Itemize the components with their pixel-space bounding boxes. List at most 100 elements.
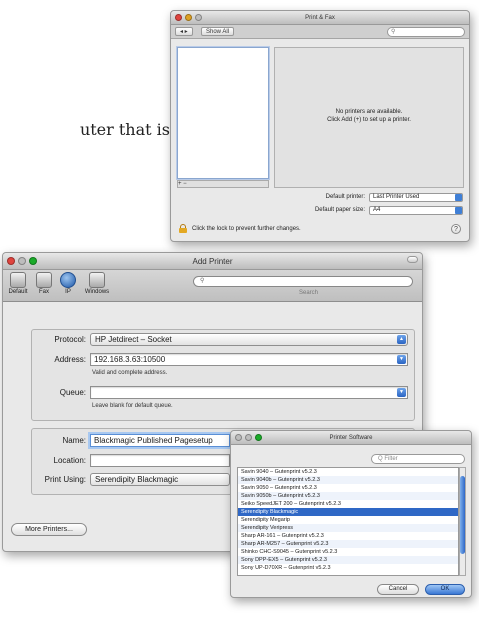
minimize-button[interactable]	[185, 14, 192, 21]
list-item[interactable]: Savin 9050b – Gutenprint v5.2.3	[238, 492, 458, 500]
more-printers-button[interactable]: More Printers...	[11, 523, 87, 536]
printer-icon	[10, 272, 26, 288]
search-icon: ⚲	[391, 29, 396, 35]
minimize-button[interactable]	[18, 257, 26, 265]
protocol-label: Protocol:	[54, 335, 86, 344]
zoom-button[interactable]	[255, 434, 262, 441]
add-printer-titlebar: Add Printer	[3, 253, 422, 270]
no-printers-line-2: Click Add (+) to set up a printer.	[327, 117, 411, 123]
toolbar-toggle-button[interactable]	[407, 256, 418, 263]
protocol-value: HP Jetdirect – Socket	[95, 335, 172, 344]
windows-printer-icon	[89, 272, 105, 288]
toolbar-windows-label: Windows	[84, 289, 110, 295]
history-dropdown-icon[interactable]: ▼	[397, 388, 406, 397]
help-button[interactable]: ?	[451, 224, 461, 234]
fax-icon	[36, 272, 52, 288]
add-printer-toolbar: Default Fax IP Windows ⚲ Search	[3, 270, 422, 302]
search-input[interactable]: ⚲	[387, 27, 465, 37]
close-button[interactable]	[175, 14, 182, 21]
show-all-button[interactable]: Show All	[201, 27, 235, 36]
address-hint: Valid and complete address.	[92, 370, 168, 376]
default-paper-select[interactable]: A4	[369, 206, 463, 215]
name-field[interactable]: Blackmagic Published Pagesetup	[90, 434, 230, 447]
address-field[interactable]: 192.168.3.63:10500 ▼	[90, 353, 408, 366]
toolbar-windows[interactable]: Windows	[83, 272, 111, 295]
cancel-button[interactable]: Cancel	[377, 584, 419, 595]
list-scrollbar[interactable]	[459, 467, 466, 576]
printer-software-titlebar: Printer Software	[231, 431, 471, 445]
list-item[interactable]: Savin 9050 – Gutenprint v5.2.3	[238, 484, 458, 492]
close-button[interactable]	[7, 257, 15, 265]
zoom-button[interactable]	[195, 14, 202, 21]
print-fax-titlebar: Print & Fax	[171, 11, 469, 25]
window-title: Print & Fax	[305, 15, 335, 21]
address-label: Address:	[54, 355, 86, 364]
printer-detail-pane: No printers are available. Click Add (+)…	[274, 47, 464, 188]
location-label: Location:	[53, 456, 86, 465]
window-controls	[235, 434, 262, 441]
minimize-button[interactable]	[245, 434, 252, 441]
address-value: 192.168.3.63:10500	[94, 355, 166, 364]
document-body-text: uter that is	[79, 120, 170, 139]
default-printer-select[interactable]: Last Printer Used	[369, 193, 463, 202]
print-fax-toolbar: ◂ ▸ Show All ⚲	[171, 25, 469, 39]
lock-text: Click the lock to prevent further change…	[192, 226, 301, 232]
printer-list[interactable]	[177, 47, 269, 179]
no-printers-line-1: No printers are available.	[335, 109, 403, 115]
list-item[interactable]: Savin 9040b – Gutenprint v5.2.3	[238, 476, 458, 484]
list-item[interactable]: Shinko CHC-S9045 – Gutenprint v5.2.3	[238, 548, 458, 556]
name-value: Blackmagic Published Pagesetup	[94, 436, 213, 445]
toolbar-ip-label: IP	[65, 289, 71, 295]
list-item[interactable]: Savin 9040 – Gutenprint v5.2.3	[238, 468, 458, 476]
list-item[interactable]: Sharp AR-161 – Gutenprint v5.2.3	[238, 532, 458, 540]
queue-field[interactable]: ▼	[90, 386, 408, 399]
window-title: Printer Software	[329, 435, 373, 441]
print-fax-window: Print & Fax ◂ ▸ Show All ⚲ + − No printe…	[170, 10, 470, 242]
protocol-select[interactable]: HP Jetdirect – Socket ▲	[90, 333, 408, 346]
location-field[interactable]	[90, 454, 230, 467]
print-using-label: Print Using:	[44, 475, 86, 484]
no-printers-message: No printers are available. Click Add (+)…	[275, 108, 463, 124]
list-item[interactable]: Serendipity Veripress	[238, 524, 458, 532]
queue-hint: Leave blank for default queue.	[92, 403, 173, 409]
toolbar-default[interactable]: Default	[7, 272, 29, 295]
print-using-value: Serendipity Blackmagic	[95, 475, 179, 484]
toolbar-fax-label: Fax	[38, 289, 49, 295]
window-controls	[7, 257, 37, 265]
history-dropdown-icon[interactable]: ▼	[397, 355, 406, 364]
lock-icon[interactable]	[179, 224, 187, 233]
add-remove-printer-controls[interactable]: + −	[177, 180, 269, 188]
list-item[interactable]: Seiko SpeedJET 200 – Gutenprint v5.2.3	[238, 500, 458, 508]
default-printer-value: Last Printer Used	[373, 194, 420, 200]
close-button[interactable]	[235, 434, 242, 441]
search-icon: ⚲	[200, 278, 205, 284]
toolbar-fax[interactable]: Fax	[33, 272, 55, 295]
printer-software-list[interactable]: Savin 9040 – Gutenprint v5.2.3 Savin 9040…	[237, 467, 459, 576]
list-item[interactable]: Serendipity Megarip	[238, 516, 458, 524]
scrollbar-thumb[interactable]	[460, 476, 465, 554]
print-using-select[interactable]: Serendipity Blackmagic	[90, 473, 230, 486]
ok-button[interactable]: OK	[425, 584, 465, 595]
toolbar-default-label: Default	[8, 289, 28, 295]
default-printer-label: Default printer:	[325, 194, 365, 200]
zoom-button[interactable]	[29, 257, 37, 265]
chevron-updown-icon	[455, 207, 462, 214]
search-input[interactable]: ⚲	[193, 276, 413, 287]
search-label: Search	[299, 290, 319, 296]
window-title: Add Printer	[192, 257, 233, 266]
filter-input[interactable]: Q Filter	[371, 454, 465, 464]
back-forward-button[interactable]: ◂ ▸	[175, 27, 193, 36]
printer-software-window: Printer Software Q Filter Savin 9040 – G…	[230, 430, 472, 598]
list-item[interactable]: Sharp AR-M257 – Gutenprint v5.2.3	[238, 540, 458, 548]
window-controls	[175, 14, 202, 21]
list-item[interactable]: Sony DPP-EX5 – Gutenprint v5.2.3	[238, 556, 458, 564]
default-paper-value: A4	[373, 207, 381, 213]
name-label: Name:	[62, 436, 86, 445]
chevron-updown-icon: ▲	[397, 335, 406, 344]
list-item[interactable]: Sony UP-D70XR – Gutenprint v5.2.3	[238, 564, 458, 572]
connection-box: Protocol: HP Jetdirect – Socket ▲ Addres…	[31, 329, 415, 421]
toolbar-ip[interactable]: IP	[57, 272, 79, 295]
globe-icon	[60, 272, 76, 288]
chevron-updown-icon	[455, 194, 462, 201]
list-item[interactable]: Serendipity Blackmagic	[238, 508, 458, 516]
